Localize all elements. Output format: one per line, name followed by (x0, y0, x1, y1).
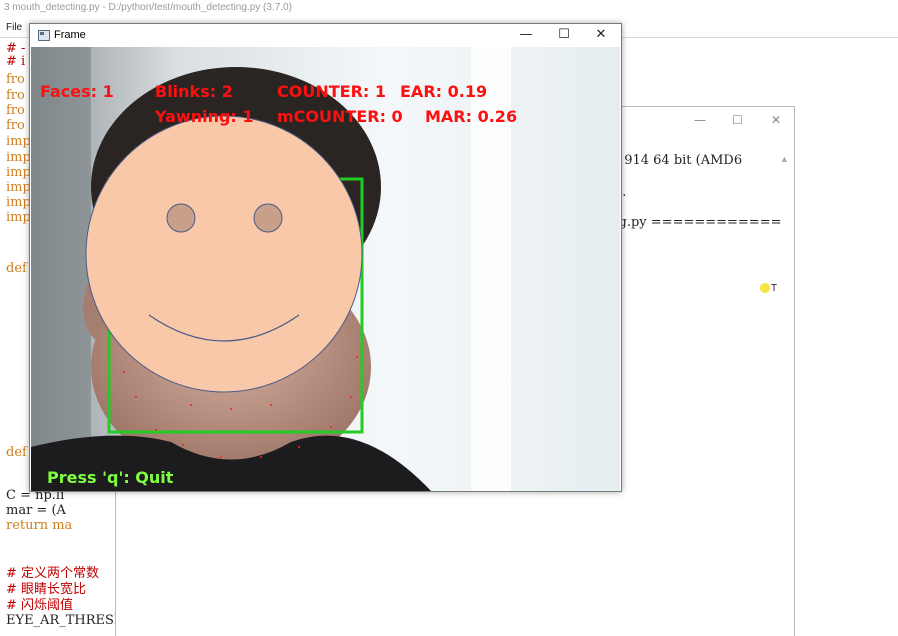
quit-hint: Press 'q': Quit (47, 468, 174, 487)
shell-minimize-button[interactable]: — (694, 113, 706, 127)
frame-titlebar[interactable]: Frame — ☐ ✕ (30, 24, 621, 46)
shell-maximize-button[interactable]: ☐ (732, 113, 743, 127)
code-line: return ma (6, 518, 73, 533)
code-line: imp (6, 150, 31, 165)
yawning-count: Yawning: 1 (155, 107, 254, 126)
code-line: def (6, 445, 27, 460)
faces-count: Faces: 1 (40, 82, 114, 101)
mouth-counter: mCOUNTER: 0 (277, 107, 403, 126)
menu-file[interactable]: File (6, 22, 22, 33)
code-line: fro (6, 103, 25, 118)
code-line: imp (6, 134, 31, 149)
code-line: mar = (A (6, 503, 66, 518)
shell-output-line: ing.py ============ (606, 215, 782, 230)
shell-close-button[interactable]: ✕ (771, 113, 781, 127)
shell-output-line: v.1914 64 bit (AMD6 (606, 153, 743, 168)
code-line: imp (6, 195, 31, 210)
frame-minimize-button[interactable]: — (516, 27, 536, 43)
code-line: fro (6, 72, 25, 87)
smiley-face (85, 115, 363, 393)
code-line: fro (6, 88, 25, 103)
frame-title: Frame (54, 29, 86, 41)
code-line: # 定义两个常数 (6, 566, 100, 581)
code-line: # 闪烁阈值 (6, 598, 74, 613)
window-app-icon (38, 30, 50, 41)
smiley-right-eye (253, 203, 283, 233)
mouse-cursor-highlight (760, 283, 770, 293)
smiley-left-eye (166, 203, 196, 233)
code-line: # 眼睛长宽比 (6, 582, 87, 597)
shadow-left (31, 47, 91, 491)
frame-maximize-button[interactable]: ☐ (554, 27, 574, 43)
code-line: imp (6, 165, 31, 180)
code-line: def (6, 261, 27, 276)
code-line: # i (6, 54, 26, 69)
camera-feed: Faces: 1 Blinks: 2 COUNTER: 1 EAR: 0.19 … (31, 47, 620, 491)
ear-value: EAR: 0.19 (400, 82, 488, 101)
frame-window: Frame — ☐ ✕ Faces: 1 Blinks: 2 COUNTER: … (29, 23, 622, 492)
code-line: EYE_AR_THRESH (6, 613, 126, 628)
eye-counter: COUNTER: 1 (277, 82, 386, 101)
text-cursor: T (771, 283, 778, 294)
scroll-up-icon[interactable]: ▲ (780, 154, 789, 164)
frame-close-button[interactable]: ✕ (591, 27, 611, 43)
mar-value: MAR: 0.26 (425, 107, 518, 126)
editor-title: 3 mouth_detecting.py - D:/python/test/mo… (4, 2, 292, 13)
code-line: imp (6, 210, 31, 225)
code-line: fro (6, 118, 25, 133)
blinks-count: Blinks: 2 (155, 82, 233, 101)
code-line: imp (6, 180, 31, 195)
